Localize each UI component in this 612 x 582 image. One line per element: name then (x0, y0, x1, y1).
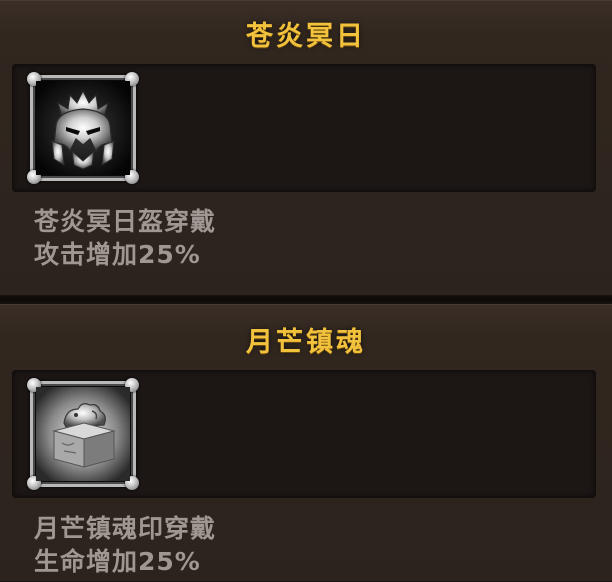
set-panel-1: 苍炎冥日 苍炎冥日盔穿戴 攻击增加25% (0, 0, 612, 296)
item-slot[interactable] (27, 72, 139, 184)
set-item-row (12, 370, 596, 498)
item-slot[interactable] (27, 378, 139, 490)
set-effect-text: 苍炎冥日盔穿戴 攻击增加25% (34, 205, 216, 271)
set-effect-condition: 月芒镇魂印穿戴 (34, 514, 217, 543)
set-title: 苍炎冥日 (246, 21, 366, 52)
demon-helmet-icon (36, 81, 130, 175)
panel-divider (0, 296, 612, 304)
set-effect-bonus: 生命增加25% (34, 547, 201, 576)
set-bonus-screen: 苍炎冥日 苍炎冥日盔穿戴 攻击增加25% 月芒镇魂 月芒镇魂印穿戴 生命增加25… (0, 0, 612, 582)
set-effect-condition: 苍炎冥日盔穿戴 (34, 207, 217, 236)
set-item-row (12, 64, 596, 192)
set-effect-text: 月芒镇魂印穿戴 生命增加25% (34, 512, 216, 578)
set-panel-2: 月芒镇魂 月芒镇魂印穿戴 生命增加25% (0, 304, 612, 582)
beast-seal-icon (36, 387, 130, 481)
set-title: 月芒镇魂 (246, 327, 366, 358)
set-effect-bonus: 攻击增加25% (34, 240, 201, 269)
